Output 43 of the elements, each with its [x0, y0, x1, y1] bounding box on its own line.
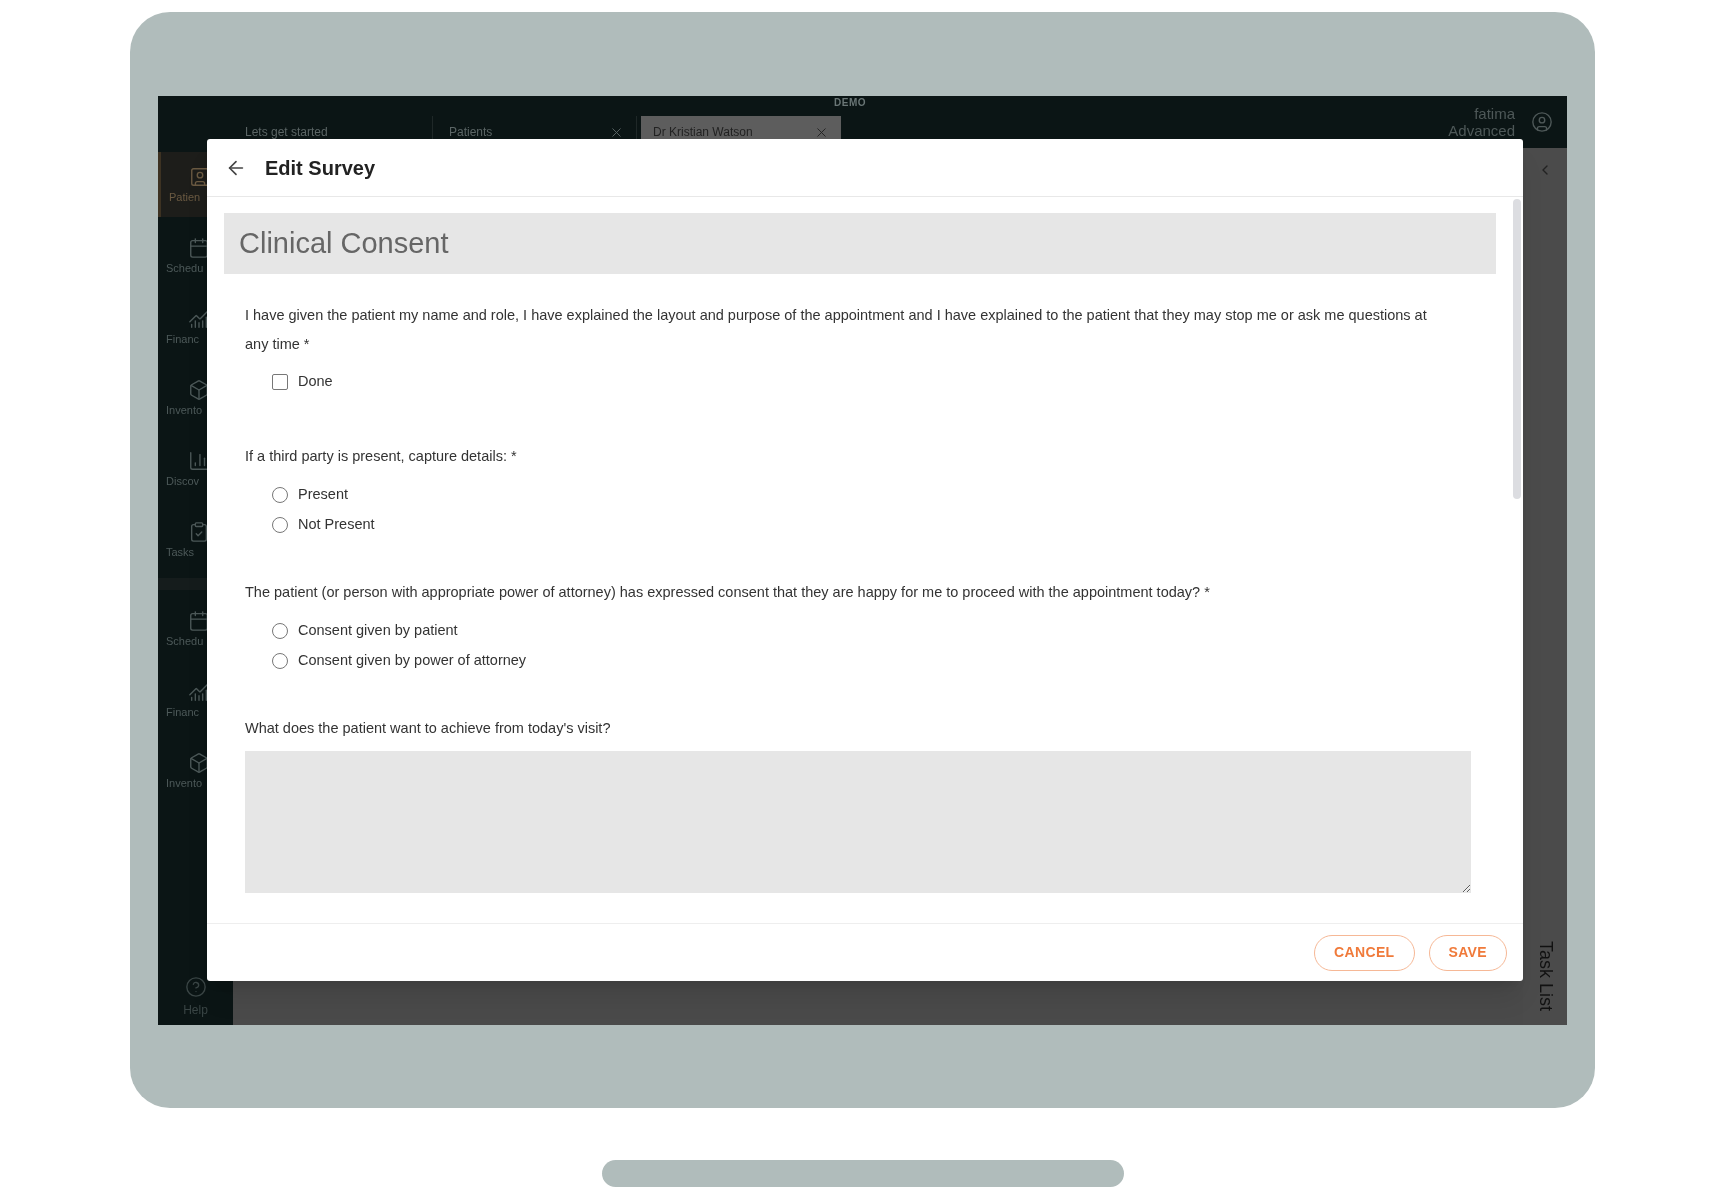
sidebar-item[interactable]: Invento [158, 738, 233, 803]
option-label: Present [298, 485, 348, 505]
option-label: Consent given by power of attorney [298, 651, 527, 671]
sidebar-label: Schedu [166, 636, 204, 647]
sidebar-label: Financ [166, 334, 200, 345]
user-name: fatima [1474, 105, 1515, 122]
box-icon [187, 752, 210, 774]
sidebar-label: Invento [166, 405, 203, 416]
option-label: Done [298, 372, 333, 392]
sidebar-label: Financ [166, 707, 200, 718]
user-role: Advanced [1448, 122, 1515, 139]
question-text: The patient (or person with appropriate power of attorney) has expressed consent that they are happy for me to proceed with the appointment today? * [245, 583, 1211, 602]
answer-field[interactable] [245, 751, 1471, 893]
section-title: Clinical Consent [239, 225, 449, 261]
sidebar-item[interactable]: Tasks [158, 507, 233, 572]
sidebar-label: Schedu [166, 263, 204, 274]
checkbox[interactable] [272, 374, 288, 390]
help-icon [184, 976, 207, 998]
option-label: Consent given by patient [298, 621, 458, 641]
question-text: If a third party is present, capture details: * [245, 447, 518, 466]
sidebar-label: Patien [169, 192, 201, 203]
chart-trend-icon [187, 308, 210, 330]
demo-label: DEMO [834, 96, 866, 110]
sidebar-item[interactable]: Schedu [158, 223, 233, 288]
sidebar-label: Invento [166, 778, 203, 789]
sidebar-label: Discov [166, 476, 199, 487]
user-avatar-icon[interactable] [1531, 111, 1553, 133]
question-text: What does the patient want to achieve from today's visit? [245, 719, 612, 738]
chart-trend-icon [187, 681, 210, 703]
calendar-icon [187, 237, 210, 259]
sidebar-item[interactable]: Financ [158, 667, 233, 732]
sidebar-item[interactable]: Invento [158, 365, 233, 430]
box-icon [187, 379, 210, 401]
sidebar-label: Tasks [166, 547, 195, 558]
sidebar-item[interactable]: Schedu [158, 596, 233, 661]
option-label: Not Present [298, 515, 375, 535]
dialog-title: Edit Survey [265, 155, 376, 181]
calendar-icon [187, 610, 210, 632]
sidebar-item[interactable]: Discov [158, 436, 233, 501]
bar-chart-icon [187, 450, 210, 472]
sidebar-item[interactable]: Financ [158, 294, 233, 359]
question-text: I have given the patient my name and role, I have explained the layout and purpose of the appointment and I have explained to the patient that they may stop me or ask me questions at any time * [245, 306, 1428, 354]
task-list-label[interactable]: Task List [1531, 940, 1559, 1011]
